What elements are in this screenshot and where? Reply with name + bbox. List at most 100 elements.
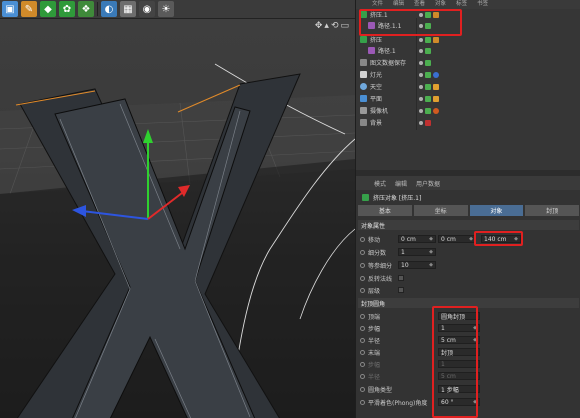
move-y-field[interactable]: 0 cm ◆ [438, 235, 476, 243]
pen-icon[interactable]: ✎ [21, 1, 37, 17]
animate-dot[interactable] [360, 325, 365, 331]
menu-view[interactable]: 查看 [414, 0, 425, 9]
visibility-flags[interactable] [419, 71, 439, 78]
end-steps-label: 步幅 [368, 361, 381, 369]
light-icon [360, 71, 367, 78]
start-cap-label: 顶端 [368, 313, 381, 321]
tab-object[interactable]: 对象 [469, 205, 524, 216]
end-cap-label: 末端 [368, 349, 381, 357]
tree-row-label: 背景 [370, 120, 383, 127]
animate-dot[interactable] [360, 313, 365, 319]
menu-mode[interactable]: 模式 [374, 179, 386, 188]
animate-dot[interactable] [360, 262, 365, 268]
start-steps-label: 步幅 [368, 325, 381, 333]
visibility-flags[interactable] [419, 107, 439, 114]
tree-row-data-save[interactable]: 图文数据保存 [356, 57, 580, 68]
toolbar-separator [97, 2, 98, 16]
null-icon [360, 59, 367, 66]
highlight-box-move-z [474, 231, 523, 246]
tree-row-label: 灯光 [370, 72, 383, 79]
plane-icon [360, 95, 367, 102]
move-row: 移动 0 cm ◆ 0 cm ◆ 140 cm ◆ [356, 233, 580, 245]
start-radius-label: 半径 [368, 337, 381, 345]
attributes-menu: 模式 编辑 用户数据 [356, 176, 580, 190]
visibility-flags[interactable] [419, 36, 439, 43]
flip-normals-checkbox[interactable] [398, 275, 404, 281]
animate-dot[interactable] [360, 249, 365, 255]
tree-row-sky[interactable]: 天空 [356, 81, 580, 92]
animate-dot[interactable] [360, 399, 365, 405]
animate-dot[interactable] [360, 349, 365, 355]
3d-viewport[interactable]: ✥▴⟲▭ [0, 19, 355, 418]
object-manager-menu: 文件 编辑 查看 对象 标签 书签 [356, 0, 580, 9]
menu-edit[interactable]: 编辑 [395, 179, 407, 188]
menu-user-data[interactable]: 用户数据 [416, 179, 440, 188]
background-icon [360, 119, 367, 126]
viewport-nav-controls[interactable]: ✥▴⟲▭ [315, 21, 351, 31]
animate-dot[interactable] [360, 236, 365, 242]
tree-row-background[interactable]: 背景 [356, 117, 580, 128]
visibility-flags[interactable] [419, 59, 431, 66]
animate-dot[interactable] [360, 386, 365, 392]
attributes-tabs: 基本 坐标 对象 封顶 [358, 205, 579, 216]
extrude-icon [360, 36, 367, 43]
visibility-flags[interactable] [419, 119, 431, 126]
cloner-icon[interactable]: ✿ [59, 1, 75, 17]
menu-tags[interactable]: 标签 [456, 0, 467, 9]
tree-row-label: 挤压 [370, 37, 383, 44]
move-x-field[interactable]: 0 cm ◆ [398, 235, 436, 243]
tab-basic[interactable]: 基本 [358, 205, 412, 216]
menu-file[interactable]: 文件 [372, 0, 383, 9]
tree-row-label: 天空 [370, 84, 383, 91]
tab-coord[interactable]: 坐标 [413, 205, 468, 216]
visibility-flags[interactable] [419, 95, 439, 102]
isoparm-label: 等参细分 [368, 262, 393, 270]
menu-bookmarks[interactable]: 书签 [477, 0, 488, 9]
fillet-type-label: 圆角类型 [368, 386, 393, 394]
isoparm-field[interactable]: 10 ◆ [398, 261, 436, 269]
camera-icon [360, 107, 367, 114]
hierarchical-row: 层级 [356, 284, 580, 296]
environment-icon[interactable]: ◐ [101, 1, 117, 17]
tab-caps[interactable]: 封顶 [525, 205, 579, 216]
visibility-flags[interactable] [419, 47, 431, 54]
tree-row-label: 平面 [370, 96, 383, 103]
animate-dot[interactable] [360, 361, 365, 367]
extrude-icon [362, 193, 369, 201]
main-toolbar: ▣ ✎ ◆ ✿ ❖ ◐ ▦ ◉ ☀ [0, 0, 355, 19]
tree-row-label: 摄像机 [370, 108, 389, 115]
tree-row-plane[interactable]: 平面 [356, 93, 580, 104]
highlight-box-caps [432, 306, 478, 418]
floor-grid-icon[interactable]: ▦ [120, 1, 136, 17]
attributes-title: 挤压对象 [挤压.1] [356, 190, 580, 204]
highlight-box-objects [359, 9, 462, 36]
light-icon[interactable]: ☀ [158, 1, 174, 17]
camera-icon[interactable]: ◉ [139, 1, 155, 17]
viewport-scene [0, 63, 355, 418]
end-radius-label: 半径 [368, 373, 381, 381]
cube-icon[interactable]: ▣ [2, 1, 18, 17]
animate-dot[interactable] [360, 337, 365, 343]
animate-dot[interactable] [360, 373, 365, 379]
animate-dot[interactable] [360, 287, 365, 293]
phong-angle-label: 平滑着色(Phong)角度 [368, 399, 428, 407]
tree-row-camera[interactable]: 摄像机 [356, 105, 580, 116]
object-properties-header: 对象属性 [358, 220, 579, 230]
attributes-title-text: 挤压对象 [挤压.1] [373, 194, 422, 202]
animate-dot[interactable] [360, 275, 365, 281]
menu-edit[interactable]: 编辑 [393, 0, 404, 9]
isoparm-row: 等参细分 10 ◆ [356, 259, 580, 271]
flip-normals-row: 反转法线 [356, 272, 580, 284]
deformer-icon[interactable]: ❖ [78, 1, 94, 17]
visibility-flags[interactable] [419, 83, 439, 90]
menu-objects[interactable]: 对象 [435, 0, 446, 9]
flip-normals-label: 反转法线 [368, 275, 393, 283]
subdivision-icon[interactable]: ◆ [40, 1, 56, 17]
tree-row-label: 路径.1 [378, 48, 396, 55]
subdivision-label: 细分数 [368, 249, 387, 257]
tree-row-path-1[interactable]: 路径.1 [356, 45, 580, 56]
move-label: 移动 [368, 236, 381, 244]
subdivision-field[interactable]: 1 ◆ [398, 248, 436, 256]
tree-row-light[interactable]: 灯光 [356, 69, 580, 80]
hierarchical-checkbox[interactable] [398, 287, 404, 293]
